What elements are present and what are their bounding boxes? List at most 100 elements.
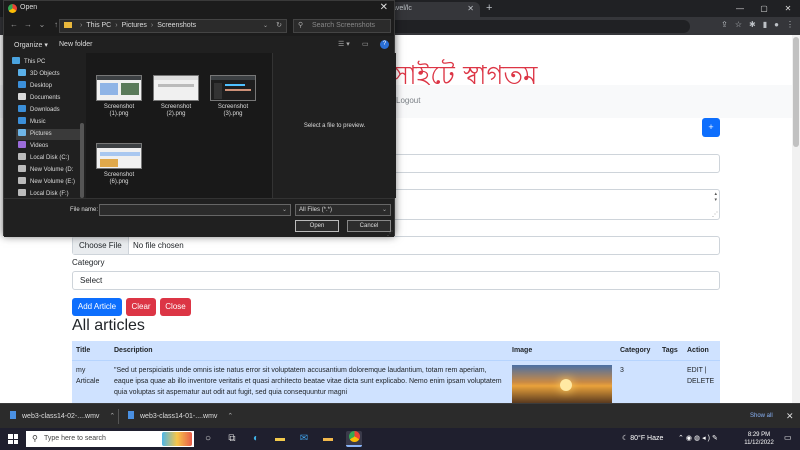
sidebar-item-desktop[interactable]: Desktop (18, 81, 52, 92)
sidebar-item-local-disk-f[interactable]: Local Disk (F:) (18, 189, 69, 198)
help-icon[interactable]: ? (380, 40, 389, 49)
nav-logout-link[interactable]: Logout (396, 96, 420, 105)
choose-file-button[interactable]: Choose File (73, 237, 129, 254)
weather-widget[interactable]: ☾ 80°F Haze (622, 428, 663, 450)
file-explorer-icon[interactable]: ▬ (272, 431, 288, 447)
divider (118, 409, 119, 424)
back-arrow-icon[interactable]: ← (10, 20, 18, 29)
col-header-image: Image (508, 341, 616, 361)
file-item[interactable]: Screenshot (2).png (151, 75, 201, 118)
sidebar-item-this-pc[interactable]: This PC (12, 57, 45, 68)
maximize-icon[interactable]: ▢ (752, 0, 776, 17)
cell-title: my Articale (72, 360, 110, 403)
task-view-icon[interactable]: ⧉ (224, 431, 240, 447)
cell-action[interactable]: EDIT | DELETE (683, 360, 720, 403)
download-item[interactable]: web3-class14-01-....wmv ⌃ (128, 404, 233, 429)
side-panel-icon[interactable]: ▮ (763, 20, 767, 29)
chevron-down-icon: ⌄ (381, 207, 387, 213)
status-icon[interactable]: ◉ (686, 435, 694, 442)
sidebar-item-videos[interactable]: Videos (18, 141, 48, 152)
sidebar-scrollbar[interactable] (80, 123, 84, 198)
file-item[interactable]: Screenshot (1).png (94, 75, 144, 118)
dialog-nav-bar: ← → ⌄ ↑ › This PC › Pictures › Screenshots ⌄ … (4, 16, 394, 36)
sidebar-item-music[interactable]: Music (18, 117, 46, 128)
path-dropdown-icon[interactable]: ⌄ (263, 20, 268, 32)
sidebar-item-new-volume-e[interactable]: New Volume (E:) (18, 177, 75, 188)
bookmark-star-icon[interactable]: ☆ (735, 20, 742, 29)
chevron-up-icon[interactable]: ⌃ (109, 413, 115, 420)
chevron-up-icon[interactable]: ⌃ (227, 413, 233, 420)
resize-grip-icon[interactable]: ⋰ (387, 230, 393, 237)
folder-icon[interactable]: ▬ (320, 431, 336, 447)
scroll-arrows-icon[interactable]: ▴ ▾ (714, 191, 717, 203)
file-item[interactable]: Screenshot (6).png (94, 143, 144, 186)
extensions-icon[interactable]: ✱ (749, 20, 756, 29)
close-downloads-icon[interactable]: ✕ (786, 404, 794, 429)
new-folder-button[interactable]: New folder (59, 41, 92, 48)
volume-icon[interactable]: ◂) (702, 435, 712, 442)
folder-icon (18, 93, 26, 100)
articles-heading: All articles (72, 317, 145, 334)
cortana-icon[interactable]: ○ (200, 431, 216, 447)
page-scrollbar[interactable] (792, 35, 800, 403)
refresh-icon[interactable]: ↻ (276, 20, 282, 32)
edge-icon[interactable]: ◐ (248, 431, 264, 447)
path-segment[interactable]: Pictures (122, 22, 147, 29)
address-path-bar[interactable]: › This PC › Pictures › Screenshots ⌄ ↻ (59, 19, 287, 33)
search-icon: ⚲ (298, 22, 304, 29)
profile-icon[interactable]: ● (774, 20, 779, 29)
sidebar-item-downloads[interactable]: Downloads (18, 105, 60, 116)
tab-close-icon[interactable]: ✕ (467, 4, 474, 13)
preview-pane-icon[interactable]: ▭ (362, 40, 369, 48)
search-icon: ⚲ (32, 434, 38, 443)
download-item[interactable]: web3-class14-02-....wmv ⌃ (10, 404, 115, 429)
taskbar-search[interactable]: ⚲ Type here to search (26, 431, 194, 447)
file-thumbnail (96, 143, 142, 169)
clear-button[interactable]: Clear (126, 298, 156, 316)
scrollbar-thumb[interactable] (793, 37, 799, 147)
category-select[interactable]: Select (72, 271, 720, 290)
dialog-search-input[interactable]: Search Screenshots (293, 19, 391, 33)
dialog-command-bar: Organize ▾ New folder ☰ ▾ ▭ ? (4, 36, 394, 53)
minimize-icon[interactable]: — (728, 0, 752, 17)
language-icon[interactable]: ✎ (712, 435, 720, 442)
sidebar-item-pictures[interactable]: Pictures (16, 129, 82, 140)
file-type-select[interactable]: All Files (*.*) ⌄ (295, 204, 391, 216)
path-segment[interactable]: Screenshots (157, 22, 196, 29)
sidebar-item-documents[interactable]: Documents (18, 93, 60, 104)
clock[interactable]: 8:29 PM 11/12/2022 (742, 431, 776, 447)
file-item[interactable]: Screenshot (3).png (208, 75, 258, 118)
open-button[interactable]: Open (295, 220, 339, 232)
add-article-button[interactable]: Add Article (72, 298, 122, 316)
col-header-description: Description (110, 341, 508, 361)
image-file-input[interactable]: Choose File No file chosen (72, 236, 720, 255)
organize-menu[interactable]: Organize ▾ (14, 41, 48, 49)
sidebar-item-3d-objects[interactable]: 3D Objects (18, 69, 60, 80)
sidebar-item-local-disk-c[interactable]: Local Disk (C:) (18, 153, 69, 164)
sidebar-item-new-volume-d[interactable]: New Volume (D: (18, 165, 73, 176)
view-options-icon[interactable]: ☰ ▾ (338, 40, 350, 48)
file-name-input[interactable]: ⌄ (99, 204, 291, 216)
cancel-button[interactable]: Cancel (347, 220, 391, 232)
share-icon[interactable]: ⇪ (721, 20, 728, 29)
windows-start-icon[interactable] (8, 434, 18, 444)
sidebar-item-label: Local Disk (C:) (30, 155, 70, 161)
add-new-button[interactable]: + (702, 118, 720, 137)
recent-dropdown-icon[interactable]: ⌄ (38, 20, 46, 29)
forward-arrow-icon[interactable]: → (24, 20, 32, 29)
chevron-up-icon[interactable]: ⌃ (678, 435, 686, 442)
show-all-button[interactable]: Show all (750, 404, 773, 429)
path-segment[interactable]: This PC (86, 22, 111, 29)
chevron-down-icon[interactable]: ⌄ (282, 206, 287, 213)
mail-icon[interactable]: ✉ (296, 431, 312, 447)
close-window-icon[interactable]: ✕ (776, 0, 800, 17)
network-icon[interactable]: ◍ (694, 435, 702, 442)
menu-dots-icon[interactable]: ⋮ (786, 20, 794, 29)
close-button[interactable]: Close (160, 298, 191, 316)
new-tab-icon[interactable]: + (486, 2, 492, 14)
dialog-sidebar: This PC 3D Objects Desktop Documents Downloa… (4, 53, 86, 198)
notifications-icon[interactable]: ▭ (784, 433, 792, 442)
resize-grip-icon[interactable]: ⋰ (712, 211, 718, 218)
chrome-taskbar-icon[interactable] (346, 431, 362, 447)
dialog-close-icon[interactable]: ✕ (380, 2, 388, 13)
